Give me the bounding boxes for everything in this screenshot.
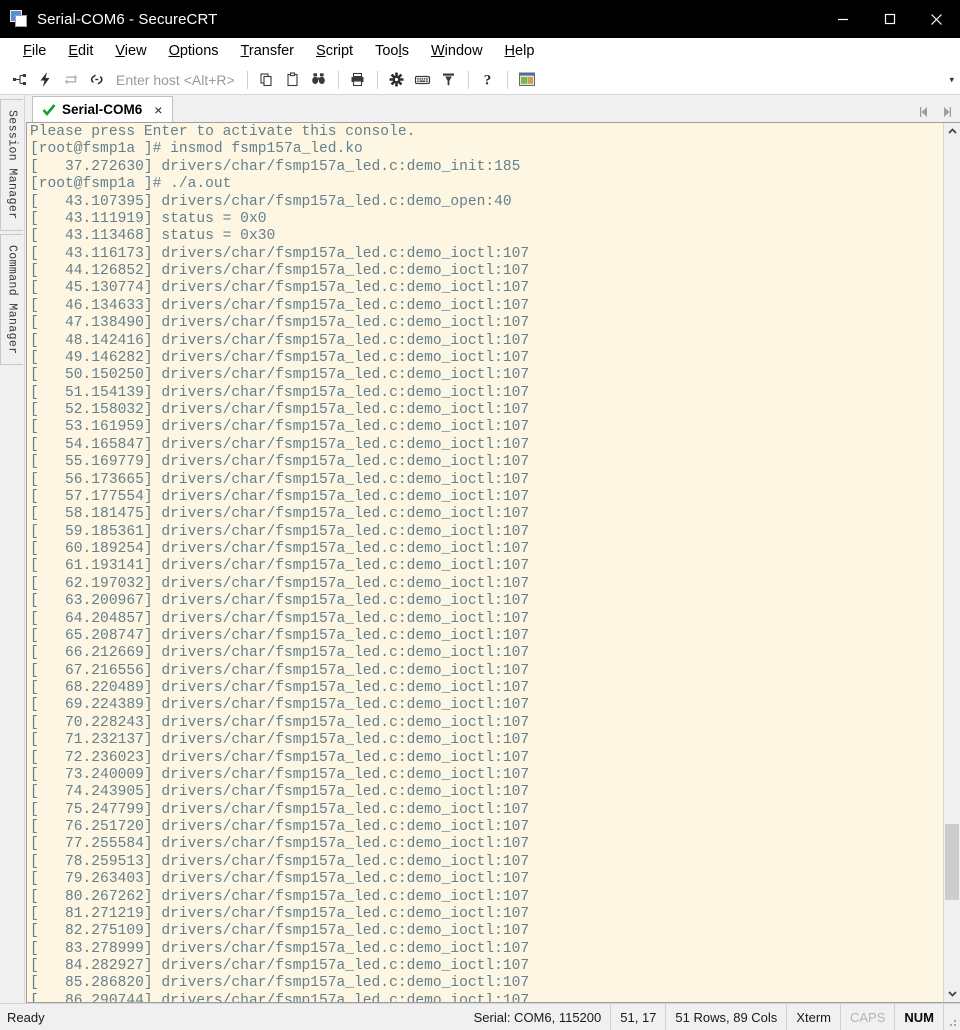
sidebar-item-session-manager[interactable]: Session Manager — [0, 99, 23, 231]
toolbar: Enter host <Alt+R> ? ▾ — [0, 65, 960, 95]
minimize-icon[interactable] — [819, 0, 866, 38]
menu-bar: File Edit View Options Transfer Script T… — [0, 38, 960, 65]
svg-text:?: ? — [484, 73, 492, 89]
scrollbar-thumb[interactable] — [945, 824, 959, 901]
scrollbar-track[interactable] — [944, 140, 960, 985]
main-body: Session Manager Command Manager Serial-C… — [0, 95, 960, 1003]
terminal-panel: Please press Enter to activate this cons… — [26, 122, 960, 1003]
status-ready: Ready — [7, 1009, 45, 1025]
terminal-scrollbar[interactable] — [943, 123, 960, 1002]
menu-view[interactable]: View — [104, 41, 157, 62]
toolbar-separator-5 — [506, 70, 508, 89]
copy-icon[interactable] — [254, 68, 280, 92]
tile-windows-icon[interactable] — [514, 68, 540, 92]
toolbar-separator-3 — [376, 70, 378, 89]
title-bar: Serial-COM6 - SecureCRT — [0, 0, 960, 38]
status-emulation: Xterm — [787, 1004, 841, 1030]
side-rail: Session Manager Command Manager — [0, 95, 25, 1003]
menu-help[interactable]: Help — [494, 41, 546, 62]
terminal-screen[interactable]: Please press Enter to activate this cons… — [27, 123, 943, 1002]
toolbar-separator-4 — [467, 70, 469, 89]
status-dimensions: 51 Rows, 89 Cols — [666, 1004, 788, 1030]
terminal-output: Please press Enter to activate this cons… — [30, 124, 530, 1002]
session-manager-label: Session Manager — [5, 110, 19, 220]
session-options-icon[interactable] — [384, 68, 410, 92]
menu-options[interactable]: Options — [158, 41, 230, 62]
status-cursor-position: 51, 17 — [611, 1004, 667, 1030]
connect-icon[interactable] — [6, 68, 32, 92]
close-icon[interactable] — [913, 0, 960, 38]
find-icon[interactable] — [306, 68, 332, 92]
toolbar-separator-1 — [246, 70, 248, 89]
command-manager-label: Command Manager — [5, 244, 19, 355]
help-icon[interactable]: ? — [475, 68, 501, 92]
menu-window[interactable]: Window — [420, 41, 494, 62]
status-spacer — [54, 1004, 465, 1030]
status-bar: Ready Serial: COM6, 115200 51, 17 51 Row… — [0, 1003, 960, 1030]
tab-scroll-left-icon[interactable] — [919, 105, 930, 119]
disconnect-icon[interactable] — [84, 68, 110, 92]
window-title: Serial-COM6 - SecureCRT — [37, 10, 218, 28]
securecrt-window: Serial-COM6 - SecureCRT File Edit View O… — [0, 0, 960, 1030]
menu-tools[interactable]: Tools — [364, 41, 420, 62]
toolbar-overflow-chevron[interactable]: ▾ — [949, 74, 954, 85]
tab-scroll-right-icon[interactable] — [941, 105, 952, 119]
securecrt-app-icon — [10, 10, 28, 28]
keymap-editor-icon[interactable] — [410, 68, 436, 92]
maximize-icon[interactable] — [866, 0, 913, 38]
close-icon[interactable]: × — [151, 103, 165, 117]
paste-icon[interactable] — [280, 68, 306, 92]
tab-serial-com6[interactable]: Serial-COM6 × — [32, 96, 174, 122]
scroll-down-icon[interactable] — [944, 985, 960, 1002]
status-num-lock: NUM — [895, 1004, 944, 1030]
menu-transfer[interactable]: Transfer — [230, 41, 305, 62]
host-input[interactable]: Enter host <Alt+R> — [116, 72, 235, 88]
status-connection: Serial: COM6, 115200 — [465, 1004, 612, 1030]
quick-connect-icon[interactable] — [32, 68, 58, 92]
green-check-icon — [42, 103, 56, 117]
window-controls — [819, 0, 960, 38]
menu-script[interactable]: Script — [305, 41, 364, 62]
toolbar-separator-2 — [337, 70, 339, 89]
tab-label: Serial-COM6 — [62, 102, 143, 117]
session-area: Serial-COM6 × Please press Enter to acti… — [25, 95, 960, 1003]
status-caps-lock: CAPS — [841, 1004, 896, 1030]
tab-strip: Serial-COM6 × — [25, 95, 960, 122]
menu-file[interactable]: File — [12, 41, 57, 62]
tab-nav-buttons — [919, 105, 952, 119]
reconnect-icon[interactable] — [58, 68, 84, 92]
print-icon[interactable] — [345, 68, 371, 92]
menu-edit[interactable]: Edit — [57, 41, 104, 62]
sidebar-item-command-manager[interactable]: Command Manager — [0, 233, 23, 366]
filter-icon[interactable] — [436, 68, 462, 92]
scroll-up-icon[interactable] — [944, 123, 960, 140]
resize-grip-icon[interactable] — [944, 1004, 960, 1030]
